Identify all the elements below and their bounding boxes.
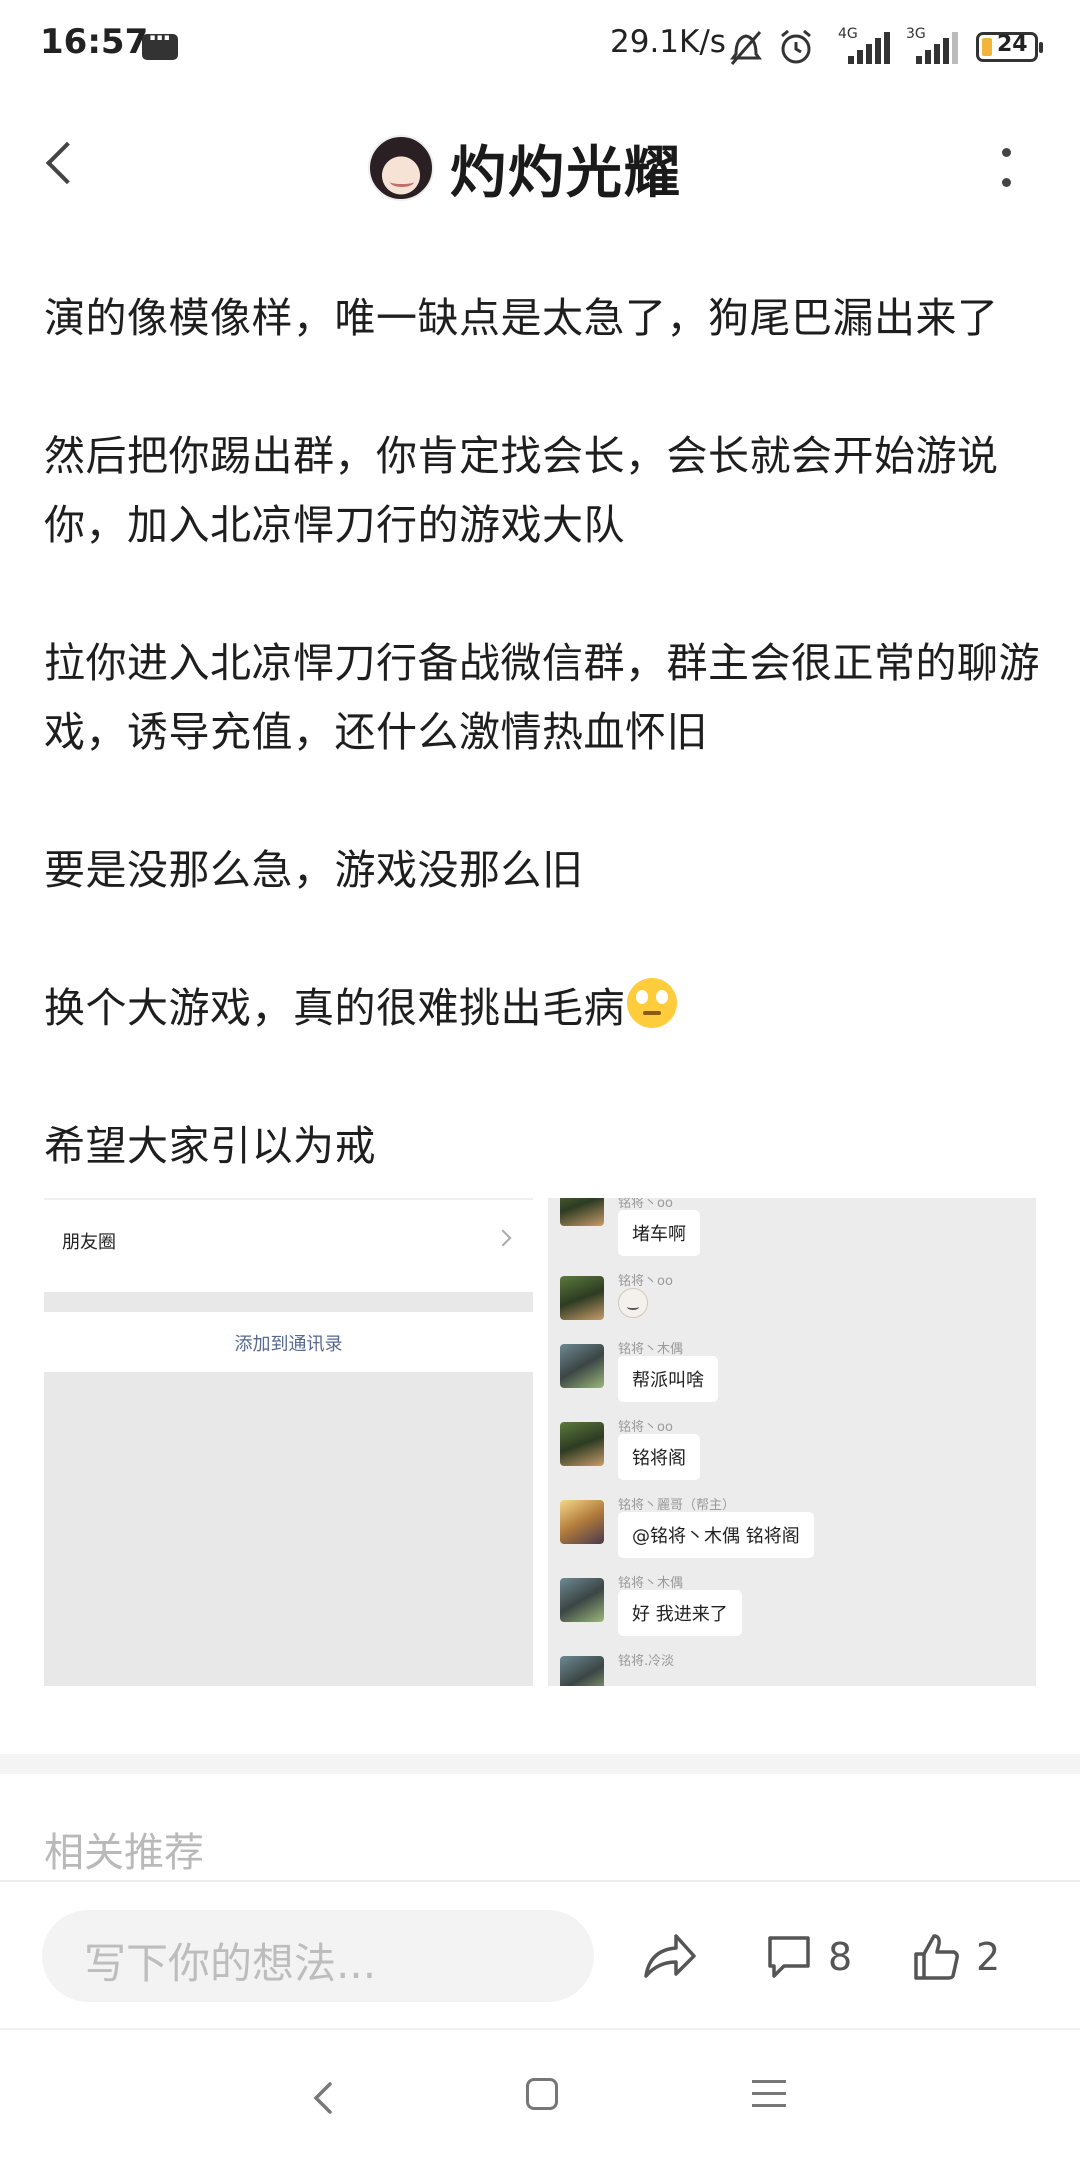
post-paragraph: 然后把你踢出群，你肯定找会长，会长就会开始游说你，加入北凉悍刀行的游戏大队 [44, 432, 999, 549]
chat-nick: 铭将.冷淡 [618, 1654, 675, 1669]
moments-label: 朋友圈 [62, 1232, 116, 1253]
like-count: 2 [976, 1935, 1001, 1979]
chat-avatar [560, 1578, 604, 1622]
section-divider [0, 1754, 1080, 1774]
moments-row: 朋友圈 [44, 1198, 533, 1292]
author-name[interactable]: 灼灼光耀 [450, 128, 682, 209]
post-paragraph: 希望大家引以为戒 [44, 1122, 376, 1170]
chat-avatar [560, 1422, 604, 1466]
chat-avatar [560, 1500, 604, 1544]
signal-icon [840, 30, 890, 64]
battery-icon: 24 [976, 32, 1043, 62]
alarm-icon [781, 29, 811, 64]
post-body: 演的像模像样，唯一缺点是太急了，狗尾巴漏出来了 然后把你踢出群，你肯定找会长，会… [44, 284, 1044, 1250]
status-bar: 16:57 29.1K/s 4G 3G 24 [0, 0, 1080, 96]
more-options-button[interactable] [988, 142, 1024, 192]
post-paragraph: 拉你进入北凉悍刀行备战微信群，群主会很正常的聊游戏，诱导充值，还什么激情热血怀旧 [44, 639, 1040, 756]
chat-bubble: 堵车啊 [618, 1210, 700, 1256]
system-nav-bar [0, 2028, 1080, 2158]
comment-button[interactable]: 8 [764, 1924, 852, 1990]
post-paragraph: 要是没那么急，游戏没那么旧 [44, 846, 584, 894]
mute-icon [730, 31, 762, 65]
nav-back-icon[interactable] [308, 2078, 338, 2118]
chat-bubble: @铭将丶木偶 铭将阁 [618, 1512, 814, 1558]
post-paragraph-with-emoji: 换个大游戏，真的很难挑出毛病 [44, 974, 1044, 1043]
chat-bubble: 好 我进来了 [618, 1590, 742, 1636]
nav-menu-icon[interactable] [752, 2080, 786, 2108]
chat-avatar [560, 1198, 604, 1226]
author-info[interactable]: 灼灼光耀 [368, 128, 682, 208]
chat-avatar [560, 1276, 604, 1320]
avatar[interactable] [368, 135, 434, 201]
chat-nick: 铭将丶麗哥（帮主） [618, 1498, 736, 1513]
status-time: 16:57 [40, 22, 149, 62]
header: 灼灼光耀 [0, 112, 1080, 222]
eye-roll-emoji-icon [627, 978, 677, 1028]
comment-count: 8 [828, 1935, 853, 1979]
share-icon[interactable] [640, 1928, 698, 1986]
chevron-right-icon [494, 1229, 512, 1247]
chat-nick: 铭将丶oo [618, 1274, 673, 1289]
post-image-chat-screenshot[interactable]: 铭将丶oo 堵车啊 铭将丶oo 铭将丶木偶 帮派叫啥 铭将丶oo 铭将阁 铭将丶… [548, 1198, 1036, 1686]
battery-level: 24 [997, 32, 1028, 57]
message-icon [142, 24, 178, 60]
sticker-emoji-icon [618, 1288, 648, 1318]
post-paragraph-text: 换个大游戏，真的很难挑出毛病 [44, 984, 625, 1032]
back-button[interactable] [38, 136, 86, 196]
thumbs-up-icon [914, 1934, 959, 1980]
related-title: 相关推荐 [44, 1830, 204, 1876]
chat-nick: 铭将丶木偶 [618, 1342, 684, 1357]
comment-input-placeholder: 写下你的想法... [84, 1939, 377, 1988]
comment-icon [768, 1936, 810, 1978]
chat-nick: 铭将丶木偶 [618, 1576, 684, 1591]
chat-bubble: 铭将阁 [618, 1434, 700, 1480]
chat-avatar [560, 1344, 604, 1388]
comment-input[interactable]: 写下你的想法... [42, 1910, 594, 2002]
chat-avatar [560, 1656, 604, 1686]
action-bar: 写下你的想法... 8 2 [0, 1880, 1080, 2028]
chat-nick: 铭将丶oo [618, 1420, 673, 1435]
chat-bubble: 帮派叫啥 [618, 1356, 718, 1402]
signal-icon-2 [908, 30, 958, 64]
post-image-profile-screenshot[interactable]: 朋友圈 添加到通讯录 [44, 1198, 533, 1686]
add-contact-row: 添加到通讯录 [44, 1312, 533, 1372]
net-speed: 29.1K/s [610, 24, 726, 60]
post-paragraph: 演的像模像样，唯一缺点是太急了，狗尾巴漏出来了 [44, 294, 999, 342]
add-contact-label: 添加到通讯录 [234, 1334, 343, 1355]
like-button[interactable]: 2 [912, 1924, 1000, 1990]
nav-home-icon[interactable] [526, 2078, 558, 2110]
